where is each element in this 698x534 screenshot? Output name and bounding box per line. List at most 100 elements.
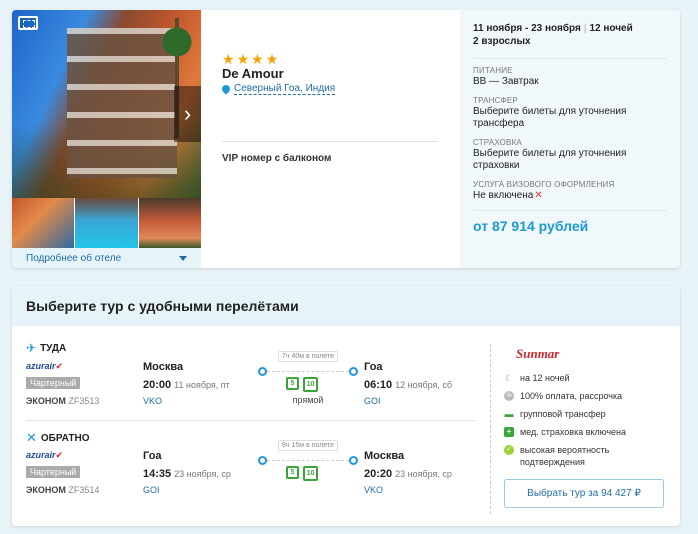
arrival-time-row: 06:10 12 ноября, сб — [364, 379, 452, 391]
baggage-icon: 10 — [303, 377, 318, 392]
departure-city: Гоа — [143, 450, 162, 462]
room-type: VIP номер с балконом — [222, 153, 332, 164]
flights-header: Выберите тур с удобными перелётами — [12, 286, 680, 326]
location-pin-icon — [220, 83, 232, 95]
hotel-stars: ★ ★ ★ ★ — [222, 52, 278, 66]
fullscreen-icon[interactable] — [18, 16, 38, 30]
visa-value-row: Не включена✕ — [473, 190, 667, 202]
departure-time-row: 14:35 23 ноября, ср — [143, 468, 231, 480]
feature-label: 100% оплата, рассрочка — [520, 391, 623, 401]
chevron-down-icon — [179, 256, 187, 261]
outbound-leg[interactable]: ✈ ТУДА azurair✔ Чартерный ЭКОНОМ ZF3513 … — [26, 341, 486, 421]
arrival-date: 12 ноября, сб — [395, 380, 453, 390]
feature-label: на 12 ночей — [520, 373, 570, 383]
feature-item: ✓ высокая вероятность подтверждения — [504, 444, 669, 468]
insurance-value: Выберите билеты для уточнения страховки — [473, 148, 627, 171]
baggage-icon: 10 — [303, 466, 318, 481]
airline-logo: azurair✔ — [26, 361, 63, 372]
duration-label: 7ч 40м в полете — [278, 351, 338, 362]
departure-date: 23 ноября, ср — [174, 469, 231, 479]
arrival-block: Гоа 06:10 12 ноября, сб GOI — [364, 361, 452, 406]
departure-airport[interactable]: GOI — [143, 485, 231, 495]
operator-logo: Sunmar — [516, 346, 560, 361]
charter-badge: Чартерный — [26, 377, 81, 389]
transfer-value: Выберите билеты для уточнения трансфера — [473, 106, 627, 129]
departure-block: Гоа 14:35 23 ноября, ср GOI — [143, 450, 231, 495]
arrival-time-row: 20:20 23 ноября, ср — [364, 468, 452, 480]
gallery-thumbnails — [12, 198, 201, 248]
airline-logo: azurair✔ — [26, 450, 63, 461]
departure-airport[interactable]: VKO — [143, 396, 230, 406]
airline-mark: ✔ — [55, 450, 64, 460]
persons-count: 2 взрослых — [473, 36, 531, 47]
transfer-title: ТРАНСФЕР — [473, 96, 518, 105]
arrival-block: Москва 20:20 23 ноября, ср VKO — [364, 450, 452, 495]
duration-label: 8ч 15м в полете — [278, 440, 338, 451]
gallery-thumbnail[interactable] — [75, 198, 138, 248]
flight-duration: 7ч 40м в полете — [258, 351, 358, 362]
route-line — [267, 460, 349, 461]
feature-item: ☾ на 12 ночей — [504, 372, 669, 384]
feature-label: высокая вероятность подтверждения — [520, 445, 610, 467]
return-leg[interactable]: ✕ ОБРАТНО azurair✔ Чартерный ЭКОНОМ ZF35… — [26, 430, 486, 510]
departure-time-row: 20:00 11 ноября, пт — [143, 379, 230, 391]
divider — [222, 141, 438, 142]
star-icon: ★ — [236, 51, 250, 67]
baggage-icon: 5 — [286, 377, 299, 390]
visa-title: УСЛУГА ВИЗОВОГО ОФОРМЛЕНИЯ — [473, 180, 615, 189]
departure-date: 11 ноября, пт — [174, 380, 230, 390]
arrival-airport[interactable]: GOI — [364, 396, 452, 406]
bus-icon: ▬ — [504, 409, 514, 419]
airline-name: azurair — [26, 450, 56, 460]
leg-direction: ✈ ТУДА — [26, 341, 66, 355]
star-icon: ★ — [222, 51, 235, 67]
hotel-details-label: Подробнее об отеле — [26, 253, 122, 264]
arrival-airport[interactable]: VKO — [364, 485, 452, 495]
divider — [473, 58, 667, 59]
route-info: 8ч 15м в полете 5 10 — [258, 440, 358, 502]
tour-summary: 11 ноября - 23 ноября | 12 ночей 2 взрослы… — [460, 10, 680, 268]
arrival-date: 23 ноября, ср — [395, 469, 452, 479]
hotel-location[interactable]: Северный Гоа, Индия — [220, 83, 336, 95]
arrival-time: 20:20 — [364, 468, 393, 480]
feature-label: групповой трансфер — [520, 409, 606, 419]
direction-label: ОБРАТНО — [40, 432, 90, 444]
route-start-dot — [258, 456, 267, 465]
flights-card: Выберите тур с удобными перелётами ✈ ТУД… — [12, 286, 680, 526]
cross-icon: ✕ — [534, 190, 543, 201]
insurance-title: СТРАХОВКА — [473, 138, 522, 147]
flight-number: ZF3513 — [68, 396, 100, 406]
direct-label: прямой — [292, 395, 324, 405]
arrival-city: Гоа — [364, 361, 383, 373]
meal-value: BB — Завтрак — [473, 76, 539, 87]
nights-count: 12 ночей — [589, 23, 633, 34]
airline-mark: ✔ — [55, 361, 64, 371]
hotel-name[interactable]: De Amour — [222, 66, 284, 81]
direction-label: ТУДА — [40, 342, 67, 354]
class-line: ЭКОНОМ ZF3513 — [26, 396, 99, 406]
chevron-right-icon: › — [183, 101, 192, 126]
gallery-thumbnail[interactable] — [138, 198, 201, 248]
hotel-main-photo[interactable]: › — [12, 10, 201, 198]
flight-duration: 8ч 15м в полете — [258, 440, 358, 451]
select-tour-button[interactable]: Выбрать тур за 94 427 ₽ — [504, 479, 664, 508]
tour-price: от 87 914 рублей — [473, 218, 589, 234]
class-name: ЭКОНОМ — [26, 396, 66, 406]
gallery-thumbnail[interactable] — [12, 198, 75, 248]
star-icon: ★ — [251, 51, 264, 67]
date-range: 11 ноября - 23 ноября — [473, 23, 581, 34]
gallery-next-button[interactable]: › — [174, 86, 201, 142]
divider — [26, 420, 476, 421]
hotel-details-link[interactable]: Подробнее об отеле — [12, 248, 201, 268]
divider — [473, 210, 667, 211]
plane-icon: ✈ — [26, 341, 37, 355]
meal-title: ПИТАНИЕ — [473, 66, 513, 75]
route-end-dot — [349, 367, 358, 376]
visa-value: Не включена — [473, 190, 534, 201]
charter-badge: Чартерный — [26, 466, 81, 478]
hotel-location-link[interactable]: Северный Гоа, Индия — [234, 83, 336, 95]
baggage-info: 5 10 — [286, 466, 318, 481]
baggage-info: 5 10 — [286, 377, 318, 392]
feature-item: ▬ групповой трансфер — [504, 408, 669, 420]
route-info: 7ч 40м в полете 5 10 прямой — [258, 351, 358, 413]
